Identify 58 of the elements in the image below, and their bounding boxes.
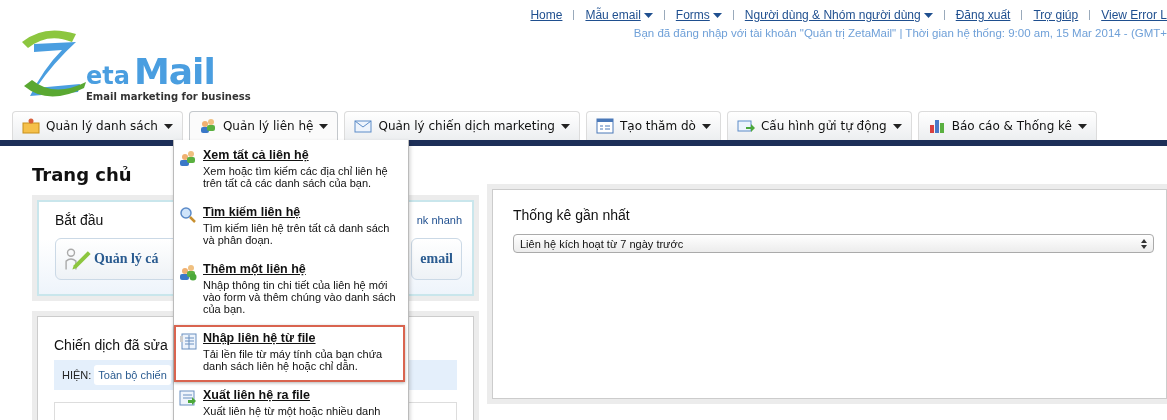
nav-tab[interactable]: Quản lý chiến dịch marketing — [344, 111, 580, 140]
menu-item[interactable]: Xem tất cả liên hệ Xem hoặc tìm kiếm các địa chỉ liên hệ trên tất cả các danh sách của bạn. — [174, 142, 405, 199]
menu-item[interactable]: Nhập liên hệ từ file Tải lền file từ máy tính của bạn chứa danh sách liên hệ hoặc chỉ dẫn. — [174, 325, 405, 382]
top-nav-link[interactable]: View Error L — [1101, 8, 1167, 22]
top-nav-link[interactable]: Đăng xuất — [955, 8, 1011, 22]
top-nav-link[interactable]: Người dùng & Nhóm người dùng — [744, 8, 921, 22]
nav-tab[interactable]: Cấu hình gửi tự động — [726, 111, 912, 140]
folder-icon — [22, 118, 40, 134]
nav-tab[interactable]: Báo cáo & Thống kê — [917, 111, 1097, 140]
filter-label: HIỆN: — [62, 369, 92, 381]
nav-tab[interactable]: Tạo thăm dò — [585, 111, 721, 140]
menu-item-description: Xem hoặc tìm kiếm các địa chỉ liên hệ trên tất cả các danh sách của bạn. — [203, 165, 389, 189]
login-info: Bạn đã đăng nhập với tài khoản "Quản trị ZetaMail" | Thời gian hệ thống: 9:00 am, 15 Mar 2014 - (GMT+ — [633, 27, 1167, 39]
top-nav-link[interactable]: Home — [530, 8, 563, 22]
period-select[interactable]: Liên hệ kích hoạt từ 7 ngày trước — [513, 234, 1154, 253]
menu-item-link[interactable]: Thêm một liên hệ — [203, 262, 401, 277]
caret-icon — [701, 123, 711, 129]
menu-item-link[interactable]: Nhập liên hệ từ file — [203, 331, 401, 346]
bar-chart-icon — [927, 118, 946, 134]
caret-icon[interactable] — [643, 12, 653, 18]
top-nav-link[interactable]: Forms — [675, 8, 710, 22]
caret-icon — [319, 123, 329, 129]
caret-icon[interactable] — [923, 12, 933, 18]
panel-title: Chiến dịch đã sửa — [54, 337, 168, 353]
caret-icon — [1078, 123, 1087, 129]
menu-item-link[interactable]: Xuất liên hệ ra file — [203, 388, 381, 403]
select-arrows-icon — [1141, 238, 1147, 249]
form-icon — [595, 118, 614, 134]
menu-item-description: Nhập thông tin chi tiết của liên hệ mới vào form và thêm chúng vào danh sách của bạn. — [203, 279, 397, 315]
add-person-icon — [179, 263, 197, 281]
panel-title: Bắt đầu — [55, 212, 104, 228]
logo-text: Mail — [133, 54, 215, 90]
email-button[interactable]: email — [411, 238, 462, 280]
people-icon — [198, 118, 217, 134]
top-nav-link[interactable]: Trợ giúp — [1033, 8, 1079, 22]
caret-icon — [163, 123, 173, 129]
filter-select[interactable]: Toàn bộ chiến — [94, 365, 171, 385]
search-icon — [179, 206, 197, 224]
logo-text: eta — [86, 64, 130, 88]
people-icon — [179, 149, 197, 167]
nav-tab[interactable]: Quản lý liên hệ — [188, 111, 339, 140]
menu-item-description: Xuất liên hệ từ một hoặc nhiều danh — [203, 405, 381, 417]
menu-item[interactable]: Xuất liên hệ ra file Xuất liên hệ từ một hoặc nhiều danh — [174, 382, 405, 420]
nav-tab[interactable]: Quản lý danh sách — [12, 111, 183, 140]
panel-title: Thống kê gần nhất — [513, 207, 630, 223]
menu-item-link[interactable]: Xem tất cả liên hệ — [203, 148, 401, 163]
quick-link[interactable]: nk nhanh — [416, 214, 462, 226]
envelope-icon — [354, 118, 373, 134]
logo-tagline: Email marketing for business — [86, 91, 251, 102]
menu-item-link[interactable]: Tìm kiếm liên hệ — [203, 205, 401, 220]
caret-icon — [560, 123, 570, 129]
caret-icon — [892, 123, 902, 129]
top-nav-link[interactable]: Mẫu email — [585, 8, 641, 22]
menu-item-description: Tìm kiếm liên hệ trên tất cả danh sách và phân đoạn. — [203, 222, 391, 246]
caret-icon[interactable] — [712, 12, 722, 18]
menu-item-description: Tải lền file từ máy tính của bạn chứa danh sách liên hệ hoặc chỉ dẫn. — [203, 348, 384, 372]
page-title: Trang chủ — [32, 164, 132, 185]
table-document-icon — [179, 332, 197, 350]
